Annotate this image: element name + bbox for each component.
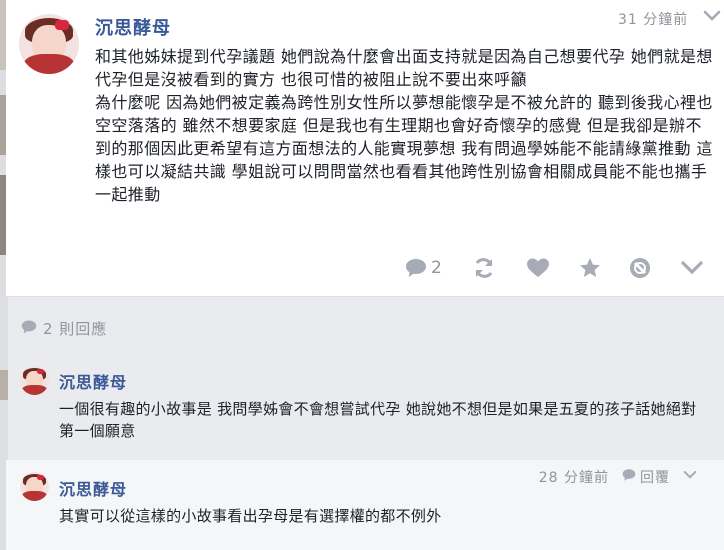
heart-icon <box>526 257 550 279</box>
reply-author[interactable]: 沉思酵母 <box>59 476 127 500</box>
mute-button[interactable] <box>628 256 652 280</box>
reply-text: 其實可以從這樣的小故事看出孕母是有選擇權的都不例外 <box>59 507 442 525</box>
reply-avatar[interactable] <box>20 472 49 501</box>
like-button[interactable] <box>526 256 550 280</box>
post-avatar[interactable] <box>19 14 79 74</box>
replies-count: 2 則回應 <box>43 320 108 338</box>
favorite-button[interactable] <box>578 256 602 280</box>
reply-meta: 28 分鐘前 回覆 <box>539 467 698 487</box>
share-button[interactable] <box>472 256 496 280</box>
replies-header[interactable]: 2 則回應 <box>20 318 107 339</box>
comment-icon <box>621 468 637 486</box>
more-button[interactable] <box>680 256 704 280</box>
share-icon <box>472 257 496 279</box>
reply-button[interactable]: 回覆 <box>621 467 670 487</box>
post-paragraph: 為什麼呢 因為她們被定義為跨性別女性所以夢想能懷孕是不被允許的 聽到後我心裡也空… <box>95 93 713 204</box>
reply-button-label: 回覆 <box>640 470 670 486</box>
reply-timestamp[interactable]: 28 分鐘前 <box>539 467 609 487</box>
mute-icon <box>628 256 652 280</box>
post-body: 和其他姊妹提到代孕議題 她們說為什麼會出面支持就是因為自己想要代孕 她們就是想代… <box>95 45 717 206</box>
reply-item: 沉思酵母 一個很有趣的小故事是 我問學姊會不會想嘗試代孕 她說她不想但是如果是五… <box>6 355 724 455</box>
reply-text: 一個很有趣的小故事是 我問學姊會不會想嘗試代孕 她說她不想但是如果是五夏的孩子話… <box>59 400 697 440</box>
reply-avatar[interactable] <box>20 366 49 395</box>
chevron-down-icon[interactable] <box>682 469 698 485</box>
star-icon <box>578 257 602 279</box>
post-author[interactable]: 沉思酵母 <box>95 14 171 40</box>
reply-author[interactable]: 沉思酵母 <box>59 369 127 393</box>
post-paragraph: 和其他姊妹提到代孕議題 她們說為什麼會出面支持就是因為自己想要代孕 她們就是想代… <box>95 47 713 89</box>
comment-icon <box>20 319 38 339</box>
chevron-down-icon[interactable] <box>702 8 722 24</box>
reply-item: 沉思酵母 28 分鐘前 回覆 其實可以從這樣的小故事看出孕母是有選擇權的都不例外 <box>6 460 724 550</box>
post-timestamp[interactable]: 31 分鐘前 <box>618 9 688 29</box>
comment-icon <box>404 257 428 279</box>
comment-count: 2 <box>431 258 442 278</box>
chevron-down-icon <box>680 257 704 279</box>
post-actions: 2 <box>404 256 716 280</box>
comment-button[interactable]: 2 <box>404 256 442 280</box>
post-card: 沉思酵母 31 分鐘前 和其他姊妹提到代孕議題 她們說為什麼會出面支持就是因為自… <box>6 0 724 297</box>
